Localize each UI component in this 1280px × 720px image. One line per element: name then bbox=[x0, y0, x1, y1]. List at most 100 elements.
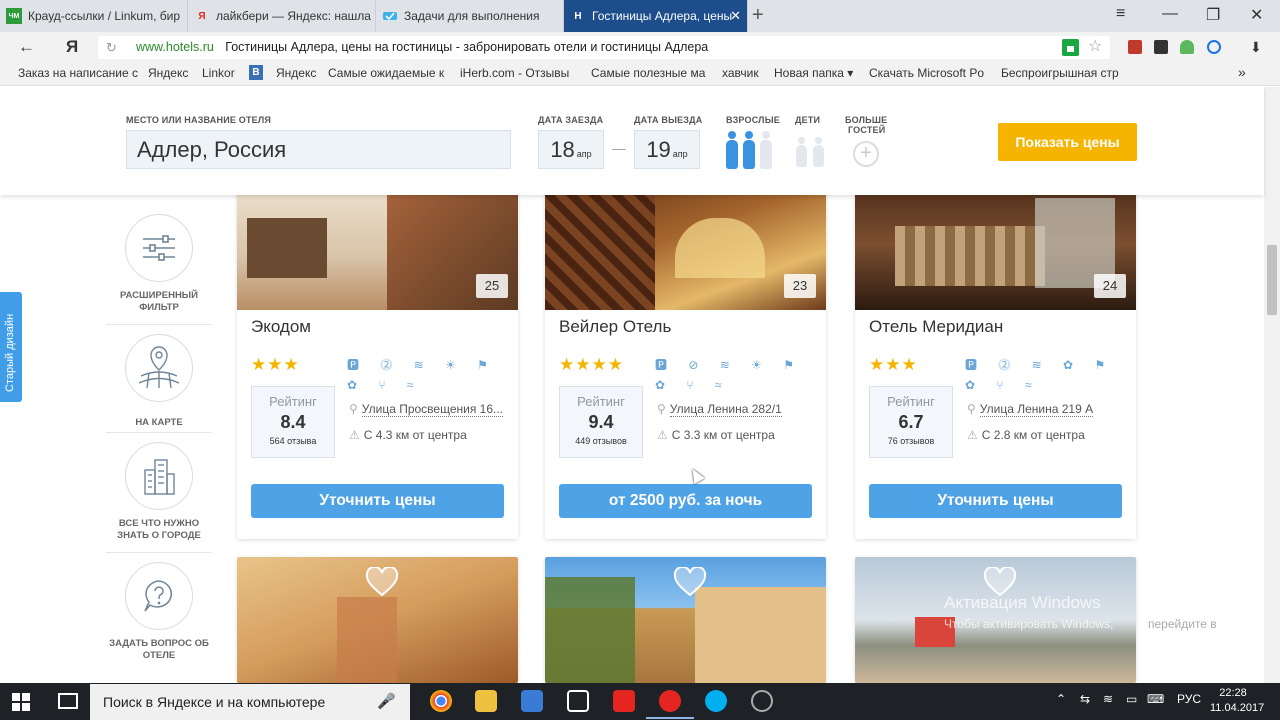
close-tab-icon[interactable]: ✕ bbox=[730, 8, 741, 24]
url-field[interactable]: ↻ www.hotels.ru Гостиницы Адлера, цены н… bbox=[98, 36, 1110, 59]
checkout-date-field[interactable]: 19 апр bbox=[634, 130, 700, 169]
taskbar-search-input[interactable]: Поиск в Яндексе и на компьютере 🎤 bbox=[90, 684, 410, 720]
close-window-icon[interactable]: ✕ bbox=[1250, 5, 1263, 25]
hotel-address[interactable]: ⚲ Улица Ленина 219 А bbox=[967, 402, 1094, 417]
tab-tasks[interactable]: Задачи для выполнения bbox=[376, 0, 564, 32]
extension-red-icon[interactable] bbox=[1128, 40, 1142, 54]
bookmark-item[interactable]: Яндекс bbox=[276, 66, 316, 80]
check-prices-button[interactable]: Уточнить цены bbox=[251, 484, 504, 518]
yandex-browser-app-icon[interactable] bbox=[646, 690, 694, 719]
old-design-tab[interactable]: Старый дизайн bbox=[0, 292, 22, 402]
tab-yandex-search[interactable]: Я лайкбери — Яндекс: нашла bbox=[188, 0, 376, 32]
adult-1-icon[interactable] bbox=[726, 131, 738, 169]
hotel-card-row2-1[interactable] bbox=[237, 557, 518, 683]
linkum-favicon-icon: ЧМ bbox=[6, 8, 22, 24]
show-prices-button[interactable]: Показать цены bbox=[998, 123, 1137, 161]
kid-2-icon[interactable] bbox=[813, 137, 824, 167]
adult-3-icon[interactable] bbox=[760, 131, 772, 169]
hotel-card-meridian[interactable]: 24 Отель Меридиан ★★★ 🅿 ⓶ ≋ ✿ ⚑ ✿ ⑂ ≈ Ре… bbox=[855, 178, 1136, 539]
yandex-app-icon[interactable] bbox=[613, 690, 635, 712]
hotel-card-row2-2[interactable] bbox=[545, 557, 826, 683]
add-guests-icon[interactable]: + bbox=[853, 141, 879, 167]
hotel-photo[interactable] bbox=[545, 557, 826, 683]
chrome-app-icon[interactable] bbox=[430, 690, 452, 712]
hotel-address[interactable]: ⚲ Улица Ленина 282/1 bbox=[657, 402, 782, 417]
skype-app-icon[interactable] bbox=[705, 690, 727, 712]
audio-app-icon[interactable] bbox=[521, 690, 543, 712]
bookmark-item[interactable]: iHerb.com - Отзывы bbox=[460, 66, 578, 80]
language-indicator[interactable]: РУС bbox=[1177, 692, 1201, 706]
task-view-icon[interactable] bbox=[58, 693, 78, 709]
check-prices-button[interactable]: Уточнить цены bbox=[869, 484, 1122, 518]
bookmark-star-icon[interactable]: ☆ bbox=[1088, 36, 1102, 56]
keyboard-icon[interactable]: ⌨ bbox=[1147, 692, 1164, 706]
bookmark-item[interactable]: хавчик bbox=[722, 66, 759, 80]
checkin-label: Дата заезда bbox=[538, 115, 604, 125]
hotel-photo[interactable]: 23 bbox=[545, 178, 826, 310]
hotel-name[interactable]: Отель Меридиан bbox=[869, 317, 1003, 337]
notification-icon[interactable]: ▭ bbox=[1126, 692, 1137, 706]
scrollbar-thumb[interactable] bbox=[1267, 245, 1277, 315]
bookmarks-more-icon[interactable]: » bbox=[1238, 64, 1246, 80]
hotel-photo[interactable]: 24 bbox=[855, 178, 1136, 310]
yandex-logo-icon[interactable]: Я bbox=[66, 37, 78, 57]
file-explorer-icon[interactable] bbox=[475, 690, 497, 712]
adult-2-icon[interactable] bbox=[743, 131, 755, 169]
bookmark-item-vk[interactable]: B bbox=[249, 65, 263, 80]
destination-input[interactable]: Адлер, Россия bbox=[126, 130, 511, 169]
page-scrollbar[interactable] bbox=[1264, 87, 1280, 683]
windows-start-icon[interactable] bbox=[12, 693, 30, 711]
kid-1-icon[interactable] bbox=[796, 137, 807, 167]
bookmark-item[interactable]: Самые полезные ма bbox=[591, 66, 707, 80]
hotel-name[interactable]: Экодом bbox=[251, 317, 311, 337]
hotel-card-ekodom[interactable]: 25 Экодом ★★★ 🅿 ⓶ ≋ ☀ ⚑ ✿ ⑂ ≈ Рейтинг 8.… bbox=[237, 178, 518, 539]
url-page-title: Гостиницы Адлера, цены на гостиницы - за… bbox=[225, 40, 709, 54]
minimize-icon[interactable]: — bbox=[1162, 5, 1178, 23]
bookmark-item[interactable]: Скачать Microsoft Po bbox=[869, 66, 987, 80]
network-icon[interactable]: ⇆ bbox=[1080, 692, 1090, 706]
bookmark-item[interactable]: Самые ожидаемые к bbox=[328, 66, 446, 80]
favorite-heart-icon[interactable] bbox=[673, 567, 707, 597]
hotel-address[interactable]: ⚲ Улица Просвещения 16... bbox=[349, 402, 504, 417]
reviews-count[interactable]: 449 отзывов bbox=[560, 436, 642, 446]
sliders-icon bbox=[125, 214, 193, 282]
wifi-icon[interactable]: ≋ bbox=[1103, 692, 1113, 706]
extension-blue-icon[interactable] bbox=[1207, 40, 1221, 54]
new-tab-button[interactable]: + bbox=[752, 4, 764, 27]
price-per-night-button[interactable]: от 2500 руб. за ночь bbox=[559, 484, 812, 518]
store-app-icon[interactable] bbox=[567, 690, 589, 712]
favorite-heart-icon[interactable] bbox=[365, 567, 399, 597]
system-clock[interactable]: 22:28 11.04.2017 bbox=[1210, 686, 1264, 716]
bookmark-item[interactable]: Заказ на написание ста bbox=[18, 66, 138, 80]
secure-lock-icon[interactable] bbox=[1062, 39, 1079, 56]
amenity-icons: 🅿 ⓶ ≋ ✿ ⚑ ✿ ⑂ ≈ bbox=[965, 358, 1115, 392]
bookmark-item[interactable]: Linkor bbox=[202, 66, 235, 80]
hotel-photo[interactable]: 25 bbox=[237, 178, 518, 310]
extension-green-icon[interactable] bbox=[1180, 40, 1194, 54]
bookmark-item[interactable]: Яндекс bbox=[148, 66, 188, 80]
downloads-icon[interactable]: ⬇ bbox=[1250, 39, 1262, 56]
obs-app-icon[interactable] bbox=[751, 690, 773, 712]
sidebar-divider bbox=[106, 552, 212, 553]
hotel-stars: ★★★ bbox=[869, 355, 918, 374]
tab-linkum[interactable]: ЧМ Крауд-ссылки / Linkum, бир bbox=[0, 0, 188, 32]
hotel-photo[interactable] bbox=[237, 557, 518, 683]
microphone-icon[interactable]: 🎤 bbox=[377, 684, 396, 720]
back-arrow-icon[interactable]: ← bbox=[18, 37, 35, 57]
distance-text: С 2.8 км от центра bbox=[981, 428, 1085, 442]
reviews-count[interactable]: 76 отзывов bbox=[870, 436, 952, 446]
checkin-date-field[interactable]: 18 апр bbox=[538, 130, 604, 169]
tab-hotels-active[interactable]: H Гостиницы Адлера, цены ✕ bbox=[564, 0, 748, 32]
reload-icon[interactable]: ↻ bbox=[106, 36, 117, 59]
extension-dark-icon[interactable] bbox=[1154, 40, 1168, 54]
browser-tab-bar: ЧМ Крауд-ссылки / Linkum, бир Я лайкбери… bbox=[0, 0, 1280, 32]
tray-arrow-icon[interactable]: ⌃ bbox=[1056, 692, 1066, 706]
hotel-name[interactable]: Вейлер Отель bbox=[559, 317, 671, 337]
bookmark-item[interactable]: Беспроигрышная стр bbox=[1001, 66, 1119, 80]
reviews-count[interactable]: 564 отзыва bbox=[252, 436, 334, 446]
hotel-card-veiler[interactable]: 23 Вейлер Отель ★★★★ 🅿 ⊘ ≋ ☀ ⚑ ✿ ⑂ ≈ Рей… bbox=[545, 178, 826, 539]
restore-icon[interactable]: ❐ bbox=[1206, 5, 1220, 25]
bookmark-folder[interactable]: Новая папка ▾ bbox=[774, 66, 853, 80]
browser-menu-icon[interactable]: ≡ bbox=[1116, 5, 1125, 23]
city-icon bbox=[125, 442, 193, 510]
